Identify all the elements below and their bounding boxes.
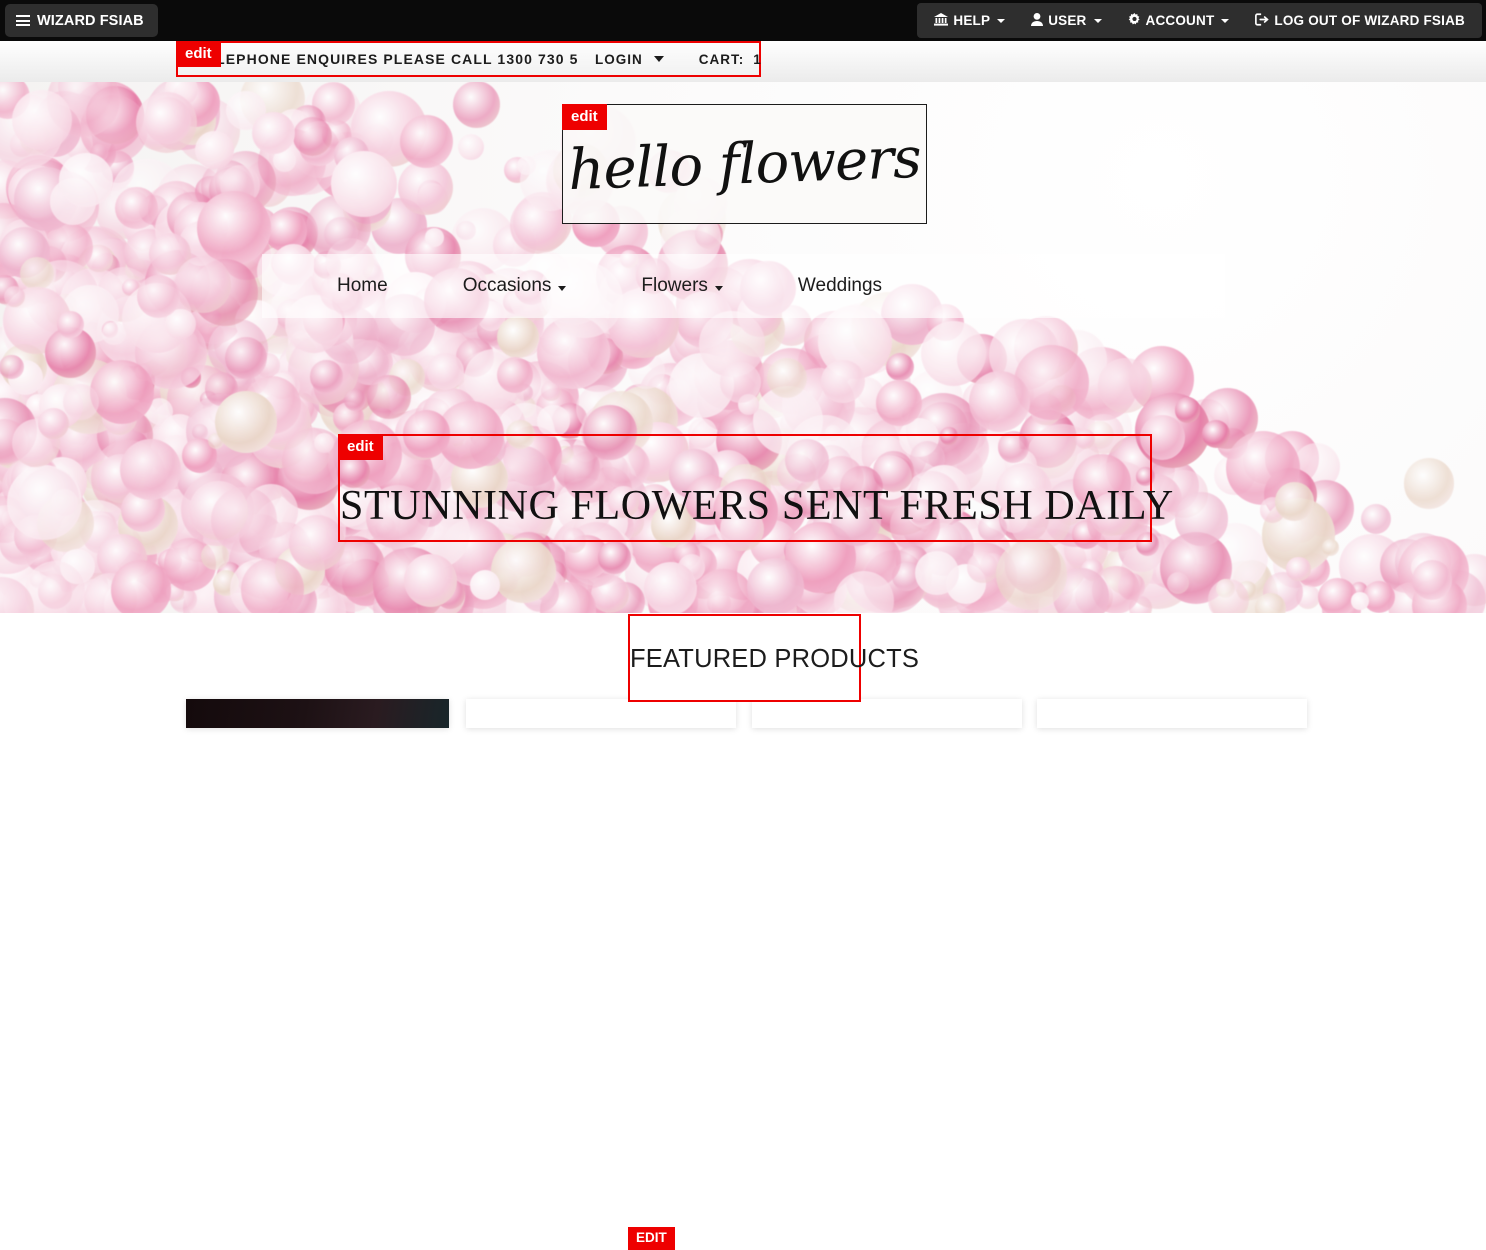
product-card[interactable] bbox=[752, 699, 1022, 728]
utility-bar-editable-region[interactable]: TELEPHONE ENQUIRES PLEASE CALL 1300 730 … bbox=[176, 41, 761, 77]
admin-item-help-label: HELP bbox=[953, 13, 991, 28]
login-dropdown[interactable]: LOGIN bbox=[578, 52, 681, 67]
chevron-down-icon bbox=[558, 285, 567, 291]
edit-badge-utility-bar[interactable]: edit bbox=[176, 41, 221, 67]
chevron-down-icon bbox=[653, 56, 664, 62]
nav-item-occasions-label: Occasions bbox=[462, 275, 552, 296]
nav-item-flowers[interactable]: Flowers bbox=[641, 275, 723, 297]
product-card[interactable] bbox=[1037, 699, 1307, 728]
product-thumbnail bbox=[186, 699, 449, 728]
edit-badge-logo[interactable]: edit bbox=[562, 104, 607, 130]
telephone-text: TELEPHONE ENQUIRES PLEASE CALL 1300 730 … bbox=[196, 51, 578, 67]
hero-headline-text: STUNNING FLOWERS SENT FRESH DAILY bbox=[340, 483, 1174, 529]
product-card[interactable] bbox=[186, 699, 449, 728]
wizard-menu-button[interactable]: WIZARD FSIAB bbox=[5, 4, 158, 37]
admin-item-user[interactable]: USER bbox=[1018, 3, 1114, 38]
gear-icon bbox=[1128, 13, 1141, 28]
user-icon bbox=[1031, 13, 1044, 28]
admin-top-bar: WIZARD FSIAB HELP USER ACCOUNT LOG OUT O… bbox=[0, 0, 1486, 41]
site-logo-text: hello flowers bbox=[567, 125, 922, 203]
admin-item-account-label: ACCOUNT bbox=[1145, 13, 1215, 28]
featured-products-section: FEATURED PRODUCTS EDIT bbox=[0, 613, 1486, 1250]
hero-section: hello flowers edit Home Occasions Flower… bbox=[0, 82, 1486, 613]
nav-item-home[interactable]: Home bbox=[337, 275, 388, 297]
main-navigation: Home Occasions Flowers Weddings bbox=[262, 254, 1225, 318]
nav-item-occasions[interactable]: Occasions bbox=[463, 275, 567, 297]
bank-icon bbox=[934, 13, 949, 28]
hamburger-icon bbox=[16, 15, 30, 26]
nav-item-weddings[interactable]: Weddings bbox=[798, 275, 882, 297]
site-logo-box[interactable]: hello flowers bbox=[562, 104, 927, 224]
admin-menu-group: HELP USER ACCOUNT LOG OUT OF WIZARD FSIA… bbox=[917, 3, 1482, 38]
edit-badge-headline[interactable]: edit bbox=[338, 434, 383, 460]
chevron-down-icon bbox=[997, 18, 1006, 23]
nav-item-home-label: Home bbox=[337, 275, 388, 296]
chevron-down-icon bbox=[1221, 18, 1230, 23]
chevron-down-icon bbox=[714, 285, 723, 291]
cart-link[interactable]: CART: 1 bbox=[681, 52, 780, 67]
nav-item-flowers-label: Flowers bbox=[641, 275, 708, 296]
product-thumbnail bbox=[1037, 699, 1307, 728]
admin-item-logout[interactable]: LOG OUT OF WIZARD FSIAB bbox=[1242, 3, 1478, 38]
product-thumbnail bbox=[752, 699, 1022, 728]
admin-item-logout-label: LOG OUT OF WIZARD FSIAB bbox=[1274, 13, 1465, 28]
chevron-down-icon bbox=[1093, 18, 1102, 23]
cart-count: 1 bbox=[753, 51, 762, 67]
featured-products-title: FEATURED PRODUCTS bbox=[630, 645, 920, 673]
admin-item-user-label: USER bbox=[1048, 13, 1087, 28]
wizard-menu-label: WIZARD FSIAB bbox=[37, 12, 144, 29]
product-card-row bbox=[0, 699, 1486, 728]
logout-icon bbox=[1255, 13, 1270, 28]
product-card[interactable] bbox=[466, 699, 736, 728]
admin-item-account[interactable]: ACCOUNT bbox=[1115, 3, 1243, 38]
hero-headline-box[interactable]: STUNNING FLOWERS SENT FRESH DAILY bbox=[338, 434, 1174, 542]
login-label: LOGIN bbox=[595, 51, 643, 67]
admin-item-help[interactable]: HELP bbox=[921, 3, 1018, 38]
product-thumbnail bbox=[466, 699, 736, 728]
nav-item-weddings-label: Weddings bbox=[797, 275, 883, 296]
featured-products-heading-box[interactable]: FEATURED PRODUCTS bbox=[628, 614, 920, 702]
cart-label: CART: bbox=[698, 51, 745, 67]
edit-badge-featured[interactable]: EDIT bbox=[628, 1227, 675, 1250]
